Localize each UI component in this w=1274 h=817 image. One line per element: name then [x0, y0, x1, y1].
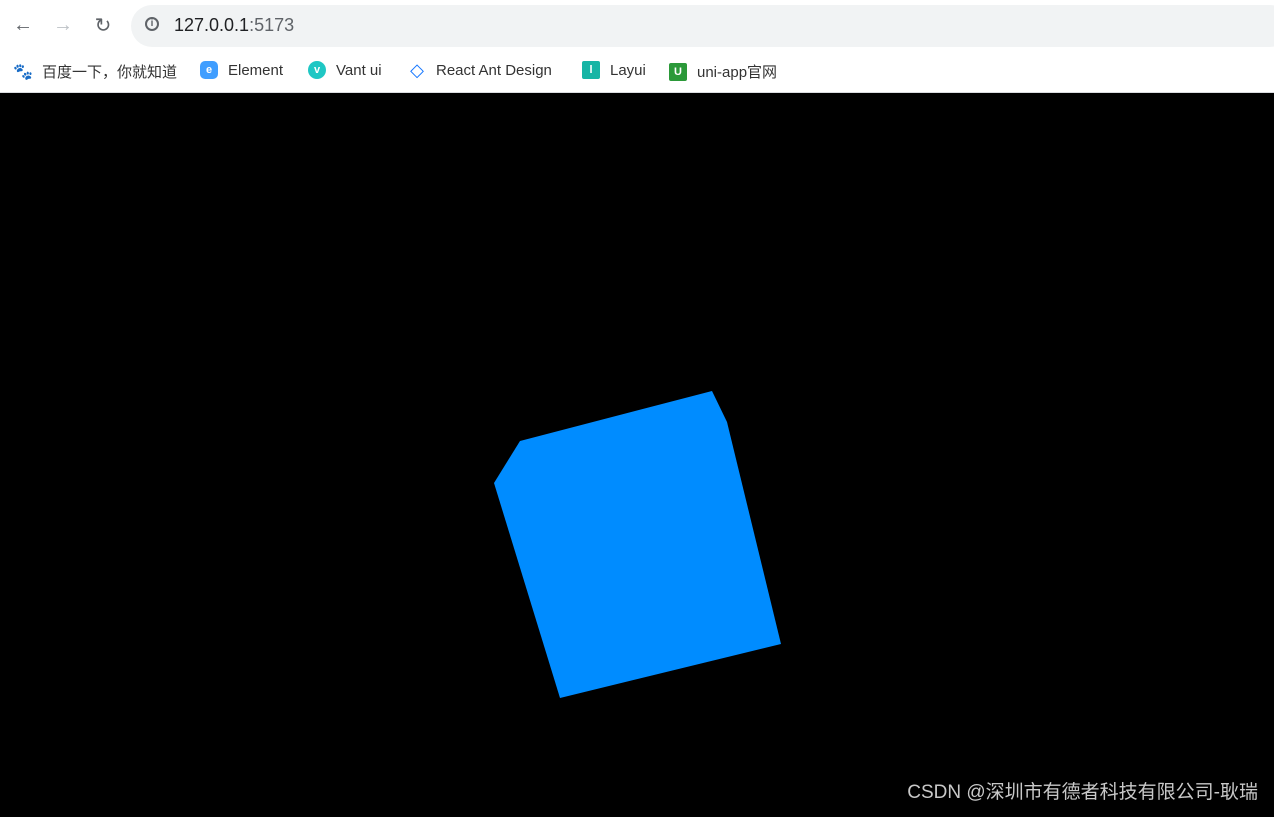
bookmark-element[interactable]: e Element [200, 61, 283, 79]
bookmark-label: 百度一下，你就知道 [42, 64, 178, 81]
baidu-paw-icon: 🐾 [13, 63, 33, 81]
bookmark-label: Layui [610, 61, 646, 79]
bookmark-baidu[interactable]: 🐾 百度一下，你就知道 [13, 61, 178, 82]
watermark: CSDN @深圳市有德者科技有限公司-耿瑞 [907, 782, 1258, 803]
rotating-cube [494, 391, 781, 698]
back-arrow-icon[interactable]: ← [11, 13, 35, 37]
uniapp-logo-icon: U [669, 62, 687, 81]
antd-logo-icon: ◇ [410, 59, 424, 80]
webgl-canvas[interactable] [0, 93, 1274, 812]
bookmark-label: Element [228, 61, 284, 79]
element-logo-icon: e [200, 61, 218, 79]
bookmark-label: React Ant Design [436, 61, 552, 79]
bookmark-antd[interactable]: ◇ React Ant Design [408, 59, 552, 80]
address-bar[interactable]: i 127.0.0.1:5173 [131, 5, 1274, 47]
url-text[interactable]: 127.0.0.1:5173 [174, 15, 294, 36]
bookmark-layui[interactable]: l Layui [582, 61, 646, 79]
bookmark-uniapp[interactable]: Uuni-app官网 [669, 61, 777, 82]
url-host: 127.0.0.1 [174, 15, 250, 35]
url-port: :5173 [249, 15, 295, 35]
reload-icon[interactable]: ↻ [91, 13, 115, 37]
browser-toolbar: ← → ↻ i 127.0.0.1:5173 [0, 0, 1274, 52]
scene-svg [494, 391, 781, 698]
info-icon[interactable]: i [145, 17, 159, 31]
forward-arrow-icon[interactable]: → [51, 13, 75, 37]
layui-logo-icon: l [582, 61, 600, 79]
bookmark-label: Vant ui [336, 61, 382, 79]
bookmark-label: uni-app官网 [697, 64, 778, 81]
bookmark-vant[interactable]: v Vant ui [308, 61, 382, 79]
bookmarks-bar: 🐾 百度一下，你就知道 e Element v Vant ui ◇ React Ant … [0, 52, 1274, 93]
vant-logo-icon: v [308, 61, 326, 79]
